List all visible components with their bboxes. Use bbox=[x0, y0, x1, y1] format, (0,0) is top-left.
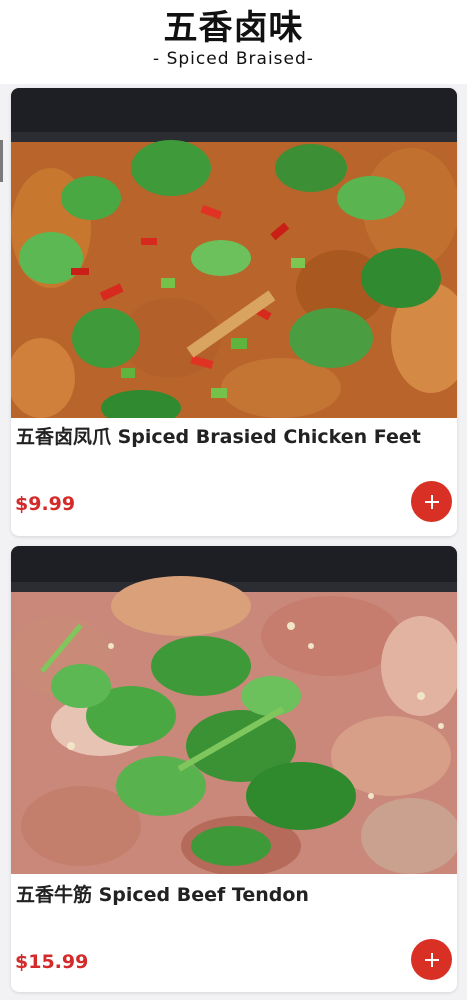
menu-item-price: $9.99 bbox=[15, 493, 76, 515]
page-title: 五香卤味 bbox=[163, 8, 304, 48]
add-to-cart-button[interactable] bbox=[411, 481, 452, 522]
menu-item-card[interactable]: 五香卤凤爪 Spiced Brasied Chicken Feet $9.99 bbox=[11, 88, 457, 536]
food-photo bbox=[11, 546, 457, 874]
menu-item-card[interactable]: 五香牛筋 Spiced Beef Tendon $15.99 bbox=[11, 546, 457, 992]
menu-item-name: 五香卤凤爪 Spiced Brasied Chicken Feet bbox=[16, 426, 421, 448]
plus-icon bbox=[424, 494, 439, 509]
page-subtitle: - Spiced Braised- bbox=[153, 49, 314, 69]
add-to-cart-button[interactable] bbox=[411, 939, 452, 980]
edge-indicator bbox=[0, 140, 3, 182]
page-header: 五香卤味 - Spiced Braised- bbox=[0, 0, 467, 84]
menu-item-name: 五香牛筋 Spiced Beef Tendon bbox=[16, 884, 309, 906]
food-photo bbox=[11, 88, 457, 418]
plus-icon bbox=[424, 952, 439, 967]
menu-item-price: $15.99 bbox=[15, 951, 89, 973]
